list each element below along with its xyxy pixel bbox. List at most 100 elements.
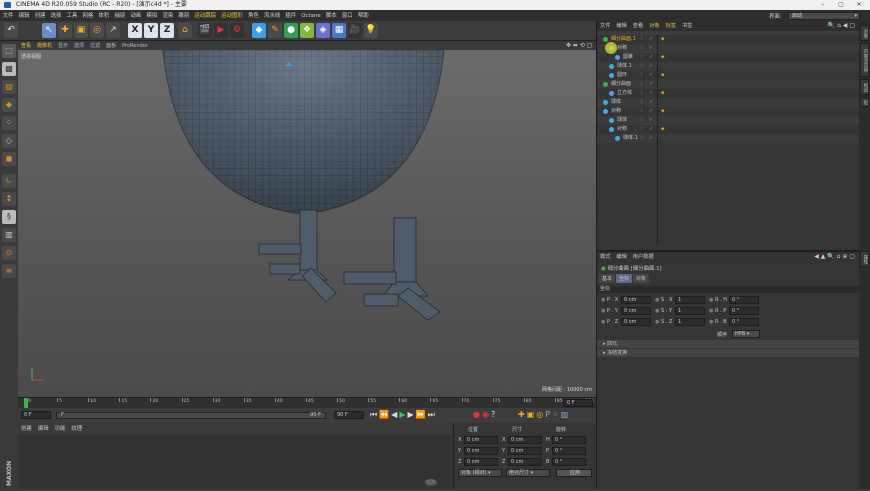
soft-selection-icon[interactable]: ⊙ xyxy=(2,246,16,260)
enabled-check-icon[interactable]: ✓ xyxy=(649,71,653,80)
tag-icon[interactable]: ⬥ xyxy=(661,71,665,80)
visibility-icon[interactable]: ⁞ xyxy=(641,125,643,134)
attr-value-field[interactable]: 0 cm xyxy=(621,318,651,326)
om-menu-item-5[interactable]: 书签 xyxy=(679,21,695,31)
subdivision-icon[interactable]: ● xyxy=(284,23,298,38)
key-position-icon[interactable]: ✚ xyxy=(518,410,527,419)
camera-icon[interactable]: 🎥 xyxy=(348,23,362,38)
light-icon[interactable]: 💡 xyxy=(364,23,378,38)
object-row[interactable]: 圆环 ⁞ ✓ ⬥ xyxy=(597,71,860,80)
rotate-icon[interactable]: ◎ xyxy=(90,23,104,38)
workplane-icon[interactable]: ◆ xyxy=(2,98,16,112)
right-tab-1[interactable]: 内容浏览器 xyxy=(860,43,869,77)
om-menu-item-4[interactable]: 标签 xyxy=(663,21,679,31)
points-mode-icon[interactable]: ⁘ xyxy=(2,116,16,130)
make-editable-icon[interactable]: ⬚ xyxy=(2,44,16,58)
object-row[interactable]: 细分曲面.1 ⁞ ✓ ⬥ xyxy=(597,35,860,44)
record-icon[interactable]: ● xyxy=(473,410,482,419)
coord-field[interactable]: 0 cm xyxy=(464,447,498,455)
object-row[interactable]: 对称 ⁞ ✓ xyxy=(597,44,860,53)
viewport-canvas[interactable]: 透视视图 网格间距: 10000 cm xyxy=(18,50,596,397)
material-menu-item-1[interactable]: 编辑 xyxy=(35,424,52,435)
attr-value-field[interactable]: 0 ° xyxy=(729,296,759,304)
coord-field[interactable]: 0 cm xyxy=(464,436,498,444)
frame-range-slider[interactable]: F 90 F xyxy=(56,412,326,419)
key-pla-icon[interactable]: ⁘ xyxy=(552,410,561,419)
deformer-icon[interactable]: ◈ xyxy=(316,23,330,38)
current-frame-field[interactable]: 0 F xyxy=(563,399,593,407)
material-menu-item-0[interactable]: 创建 xyxy=(18,424,35,435)
object-row[interactable]: 球体 ⁞ ✓ xyxy=(597,98,860,107)
am-tab-0[interactable]: 基本 xyxy=(599,274,616,283)
visibility-icon[interactable]: ⁞ xyxy=(641,71,643,80)
om-menu-item-1[interactable]: 编辑 xyxy=(613,21,629,31)
order-select[interactable]: HPB ▾ xyxy=(732,330,760,338)
om-search-icon[interactable]: 🔍 ⌂ ◀ ▢ xyxy=(828,22,855,29)
object-row[interactable]: 球体.1 ⁞ ✓ xyxy=(597,134,860,143)
visibility-icon[interactable]: ⁞ xyxy=(641,134,643,143)
axis-z-button[interactable]: Z xyxy=(160,23,174,38)
coord-field[interactable]: 0 cm xyxy=(464,458,498,466)
enabled-check-icon[interactable]: ✓ xyxy=(649,44,653,53)
key-type-buttons[interactable]: ✚▣◎P⁘▥ xyxy=(518,410,570,419)
om-menu-item-3[interactable]: 对象 xyxy=(646,21,662,31)
visibility-icon[interactable]: ⁞ xyxy=(641,98,643,107)
enabled-check-icon[interactable]: ✓ xyxy=(649,89,653,98)
am-menu-item-2[interactable]: 用户数据 xyxy=(630,252,657,262)
visibility-icon[interactable]: ⁞ xyxy=(641,53,643,62)
next-frame-icon[interactable]: ▶ xyxy=(407,410,415,419)
polygons-mode-icon[interactable]: ◼ xyxy=(2,152,16,166)
coord-field[interactable]: 0 ° xyxy=(552,458,586,466)
attr-value-field[interactable]: 0 cm xyxy=(621,307,651,315)
right-tab-3[interactable]: 层 xyxy=(860,97,869,107)
visibility-icon[interactable]: ⁞ xyxy=(641,62,643,71)
next-key-icon[interactable]: ⏩ xyxy=(416,410,428,419)
tag-icon[interactable]: ⬥ xyxy=(661,125,665,134)
coord-size-mode-select[interactable]: 绝对尺寸 ▾ xyxy=(506,469,550,477)
axis-x-button[interactable]: X xyxy=(128,23,142,38)
coord-field[interactable]: 0 cm xyxy=(508,436,542,444)
attr-value-field[interactable]: 1 xyxy=(675,307,705,315)
quaternion-section[interactable]: ▸ 四元 xyxy=(597,340,860,348)
coord-field[interactable]: 0 cm xyxy=(508,458,542,466)
right-tab-2[interactable]: 构造 xyxy=(860,79,869,95)
undo-icon[interactable]: ↶ xyxy=(4,23,18,38)
right-tab-0[interactable]: 对象 xyxy=(860,25,869,41)
enabled-check-icon[interactable]: ✓ xyxy=(649,107,653,116)
am-tab-1[interactable]: 坐标 xyxy=(616,274,633,283)
visibility-icon[interactable]: ⁞ xyxy=(641,89,643,98)
axis-mode-icon[interactable]: ∟ xyxy=(2,174,16,188)
goto-start-icon[interactable]: ⏮ xyxy=(370,410,379,419)
select-arrow-icon[interactable]: ↖ xyxy=(42,23,56,38)
object-row[interactable]: 细分曲面 ⁞ ✓ xyxy=(597,80,860,89)
minimize-icon[interactable]: – xyxy=(816,0,830,10)
enabled-check-icon[interactable]: ✓ xyxy=(649,80,653,89)
timeline-ruler[interactable]: 051015202530354045505560657075808590 xyxy=(18,397,596,408)
object-row[interactable]: 球体.1 ⁞ ✓ xyxy=(597,62,860,71)
attr-value-field[interactable]: 0 ° xyxy=(729,318,759,326)
layer-icon[interactable]: ≡ xyxy=(2,264,16,278)
maximize-icon[interactable]: ▢ xyxy=(834,0,848,10)
recent-tool-icon[interactable]: ↗ xyxy=(106,23,120,38)
freeze-section[interactable]: ▸ 冻结变换 xyxy=(597,349,860,357)
object-row[interactable]: 对称 ⁞ ✓ ⬥ xyxy=(597,107,860,116)
object-row[interactable]: 对称 ⁞ ✓ ⬥ xyxy=(597,125,860,134)
axis-y-button[interactable]: Y xyxy=(144,23,158,38)
coord-mode-select[interactable]: 对象 (相对) ▾ xyxy=(458,469,502,477)
coord-field[interactable]: 0 ° xyxy=(552,436,586,444)
start-frame-field[interactable]: 0 F xyxy=(21,411,51,419)
tag-icon[interactable]: ⬥ xyxy=(661,107,665,116)
transport-buttons[interactable]: ⏮⏪◀▶▶⏩⏭ xyxy=(370,410,437,420)
enabled-check-icon[interactable]: ✓ xyxy=(649,98,653,107)
cloner-icon[interactable]: ❖ xyxy=(300,23,314,38)
attr-value-field[interactable]: 0 ° xyxy=(729,307,759,315)
am-nav-icon[interactable]: ◀ ▲ 🔍 ⌂ ⊕ ▢ xyxy=(814,253,855,260)
close-icon[interactable]: ✕ xyxy=(852,0,866,10)
edges-mode-icon[interactable]: ◇ xyxy=(2,134,16,148)
enabled-check-icon[interactable]: ✓ xyxy=(649,125,653,134)
goto-end-icon[interactable]: ⏭ xyxy=(428,410,437,419)
attr-value-field[interactable]: 1 xyxy=(675,318,705,326)
end-frame-field[interactable]: 90 F xyxy=(334,411,364,419)
coord-field[interactable]: 0 ° xyxy=(552,447,586,455)
key-rotation-icon[interactable]: ◎ xyxy=(536,410,545,419)
